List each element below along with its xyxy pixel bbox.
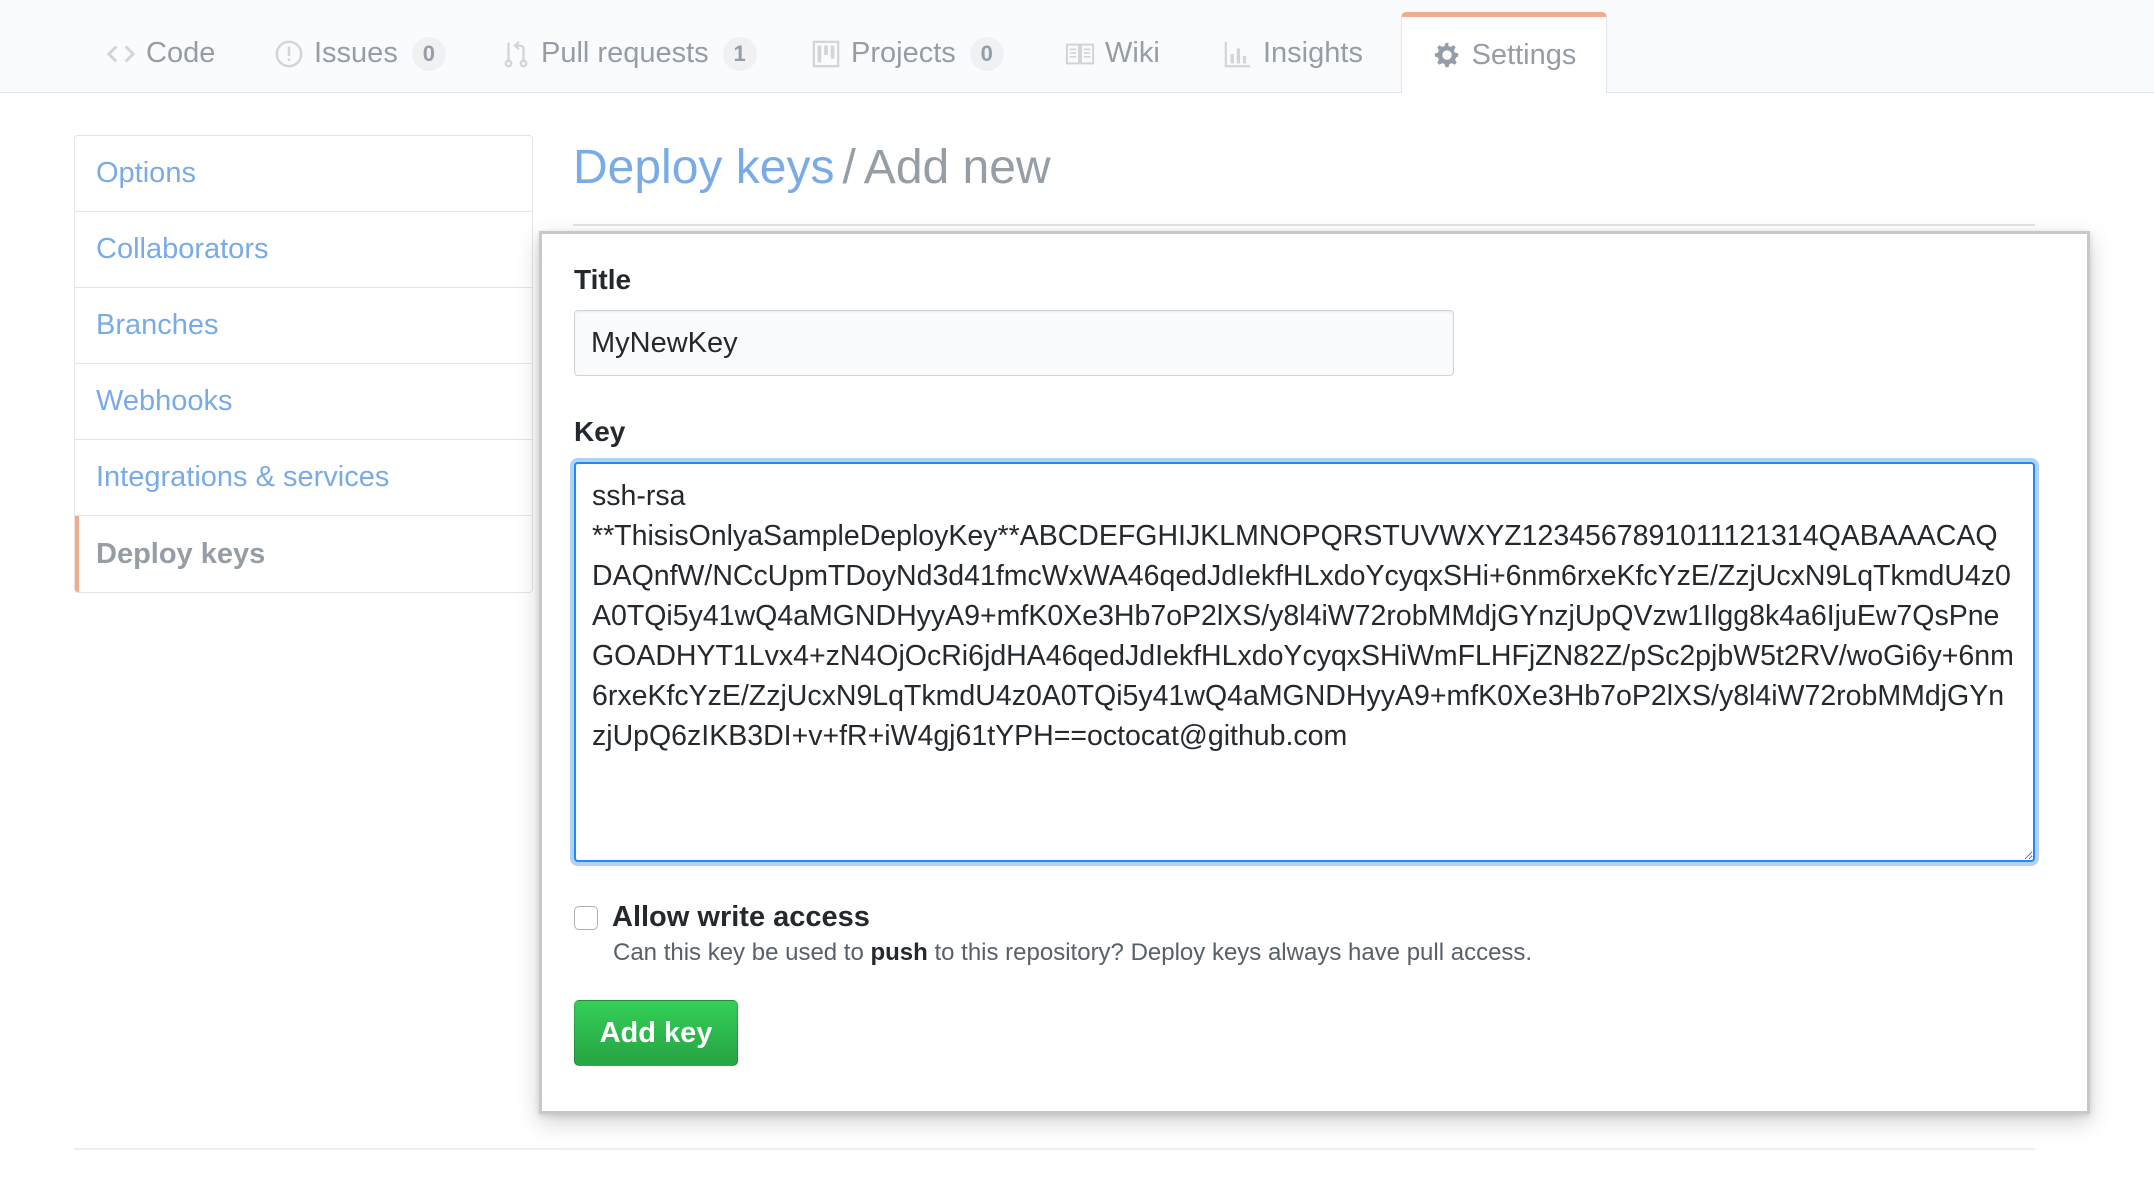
tab-wiki[interactable]: Wiki [1037,14,1188,93]
help-text: to this repository? Deploy keys always h… [927,939,1533,966]
sidebar-item-options[interactable]: Options [75,136,532,212]
help-text: Can this key be used to [613,939,871,966]
pull-requests-count: 1 [722,36,757,71]
repo-nav: Code Issues 0 Pull requests 1 Projects 0… [0,0,2154,93]
tab-label: Pull requests [541,37,709,69]
sidebar-item-deploy-keys[interactable]: Deploy keys [75,516,532,592]
tab-pull-requests[interactable]: Pull requests 1 [473,14,785,93]
tab-label: Wiki [1105,37,1160,69]
sidebar-item-branches[interactable]: Branches [75,288,532,364]
title-input[interactable] [574,310,1454,376]
sidebar-item-webhooks[interactable]: Webhooks [75,364,532,440]
tab-code[interactable]: Code [78,14,243,93]
issues-count: 0 [411,36,446,71]
tab-label: Projects [851,37,956,69]
breadcrumb-deploy-keys[interactable]: Deploy keys [573,141,834,194]
book-icon [1065,39,1095,69]
breadcrumb-separator: / [842,141,856,194]
page-title: Deploy keys / Add new [573,140,1051,195]
key-textarea[interactable] [574,462,2035,862]
write-access-option[interactable]: Allow write access [574,901,870,934]
tab-label: Insights [1263,37,1363,69]
write-access-label[interactable]: Allow write access [612,901,870,934]
sidebar-item-collaborators[interactable]: Collaborators [75,212,532,288]
sidebar-item-integrations[interactable]: Integrations & services [75,440,532,516]
gear-icon [1432,40,1462,70]
issue-icon [274,39,304,69]
pull-request-icon [501,39,531,69]
write-access-help: Can this key be used to push to this rep… [613,939,1532,967]
heading-divider [573,224,2035,226]
projects-count: 0 [969,36,1004,71]
page-subtitle: Add new [863,141,1051,194]
add-key-button[interactable]: Add key [574,1000,738,1066]
footer-divider [74,1148,2035,1150]
title-label: Title [574,264,632,295]
tab-projects[interactable]: Projects 0 [783,14,1032,93]
tab-insights[interactable]: Insights [1195,14,1391,93]
help-text-bold: push [870,939,928,966]
add-deploy-key-form: Title Key Allow write access Can this ke… [539,231,2090,1114]
write-access-checkbox[interactable] [574,905,598,930]
tab-issues[interactable]: Issues 0 [246,14,474,93]
tab-label: Issues [314,37,398,69]
key-label: Key [574,416,626,447]
settings-sidebar: Options Collaborators Branches Webhooks … [74,135,533,593]
graph-icon [1223,39,1253,69]
code-icon [106,39,136,69]
tab-label: Code [146,37,216,69]
project-icon [811,39,841,69]
tab-label: Settings [1471,38,1577,71]
tab-settings[interactable]: Settings [1401,12,1607,93]
